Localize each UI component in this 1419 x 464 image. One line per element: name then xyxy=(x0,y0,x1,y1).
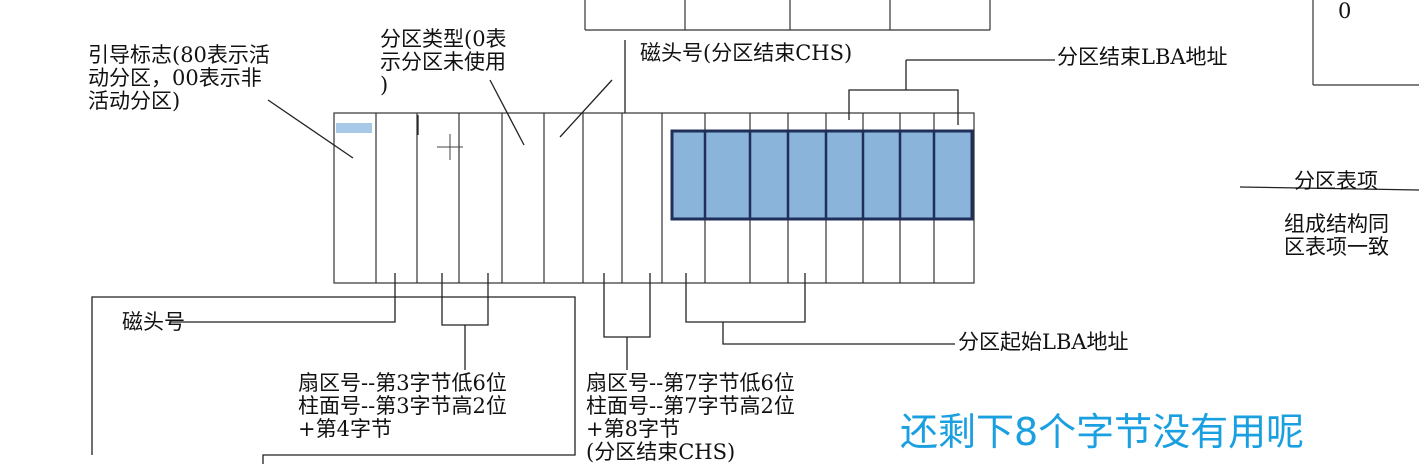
highlighted-end-lba-bytes xyxy=(670,129,974,221)
sector-cylinder-end-label: 扇区号--第7字节低6位 柱面号--第7字节高2位 +第8字节 (分区结束CHS… xyxy=(586,371,795,464)
start-lba-label: 分区起始LBA地址 xyxy=(958,330,1129,354)
partition-entry-desc: 组成结构同 区表项一致 xyxy=(1284,212,1389,259)
head-end-label: 磁头号(分区结束CHS) xyxy=(640,41,853,65)
top-table-fragment xyxy=(584,0,991,31)
partition-entry-title: 分区表项 xyxy=(1294,169,1378,193)
zero-value: 0 xyxy=(1338,0,1352,23)
end-lba-label: 分区结束LBA地址 xyxy=(1057,45,1228,69)
remaining-bytes-annotation: 还剩下8个字节没有用呢 xyxy=(900,410,1305,454)
partition-type-label: 分区类型(0表 示分区未使用 ) xyxy=(380,27,507,97)
right-box-fragment xyxy=(1312,0,1419,86)
boot-flag-label: 引导标志(80表示活 动分区，00表示非 活动分区) xyxy=(88,43,270,113)
head-start-label: 磁头号 xyxy=(122,310,185,334)
sector-cylinder-start-label: 扇区号--第3字节低6位 柱面号--第3字节高2位 +第4字节 xyxy=(298,371,507,441)
mbr-partition-entry-diagram: 引导标志(80表示活 动分区，00表示非 活动分区) 分区类型(0表 示分区未使… xyxy=(0,0,1419,464)
partition-entry-bytes xyxy=(333,112,975,284)
